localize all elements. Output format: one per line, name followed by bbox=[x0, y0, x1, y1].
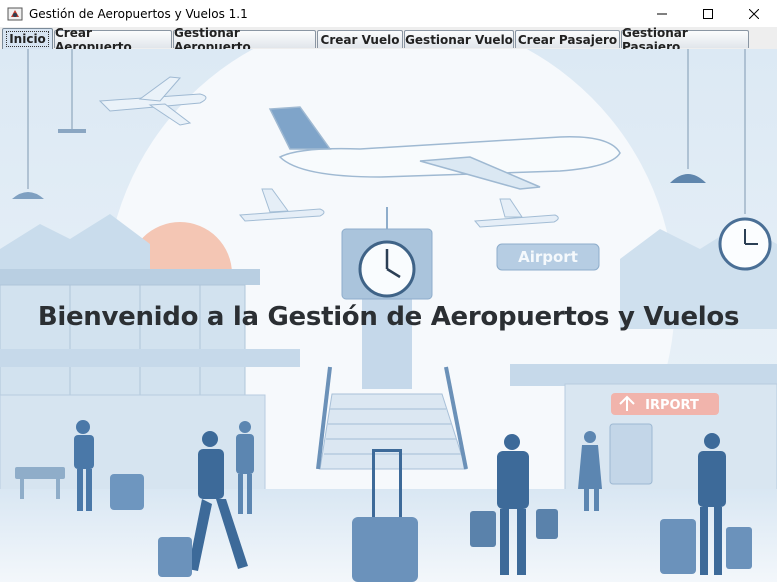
tab-label: Crear Vuelo bbox=[320, 32, 400, 47]
tab-label: Inicio bbox=[6, 31, 49, 47]
airport-sign-top-text: Airport bbox=[518, 248, 578, 266]
close-icon bbox=[749, 8, 759, 19]
window-title: Gestión de Aeropuertos y Vuelos 1.1 bbox=[29, 6, 248, 21]
tab-bar: Inicio Crear Aeropuerto Gestionar Aeropu… bbox=[0, 26, 777, 54]
minimize-icon bbox=[657, 13, 667, 14]
minimize-button[interactable] bbox=[639, 0, 685, 27]
tab-gestionar-vuelo[interactable]: Gestionar Vuelo bbox=[404, 30, 514, 48]
tab-crear-aeropuerto[interactable]: Crear Aeropuerto bbox=[54, 26, 172, 54]
hanging-sign-left bbox=[58, 129, 86, 133]
airport-sign-lower-text: IRPORT bbox=[645, 398, 699, 413]
tab-inicio[interactable]: Inicio bbox=[2, 28, 53, 49]
tab-crear-pasajero[interactable]: Crear Pasajero bbox=[515, 30, 620, 48]
tab-gestionar-pasajero[interactable]: Gestionar Pasajero bbox=[621, 26, 749, 54]
java-app-icon bbox=[7, 7, 23, 20]
close-button[interactable] bbox=[731, 0, 777, 27]
tab-label: Crear Pasajero bbox=[517, 32, 618, 47]
tab-label: Gestionar Vuelo bbox=[405, 32, 513, 47]
escalator bbox=[319, 393, 467, 470]
airport-sign-top: Airport bbox=[496, 243, 600, 271]
maximize-button[interactable] bbox=[685, 0, 731, 27]
balcony-right bbox=[510, 364, 777, 386]
balcony-left bbox=[0, 349, 300, 367]
kiosk bbox=[609, 423, 653, 485]
maximize-icon bbox=[703, 8, 713, 19]
airport-sign-lower: IRPORT bbox=[611, 393, 719, 415]
tab-gestionar-aeropuerto[interactable]: Gestionar Aeropuerto bbox=[173, 26, 316, 54]
tab-crear-vuelo[interactable]: Crear Vuelo bbox=[317, 30, 403, 48]
welcome-heading: Bienvenido a la Gestión de Aeropuertos y… bbox=[37, 302, 740, 332]
window-titlebar: Gestión de Aeropuertos y Vuelos 1.1 bbox=[0, 0, 777, 27]
home-panel: Airport IRPORT Bienvenido a la Gestión d… bbox=[0, 49, 777, 582]
terminal-roof-left bbox=[0, 269, 260, 285]
